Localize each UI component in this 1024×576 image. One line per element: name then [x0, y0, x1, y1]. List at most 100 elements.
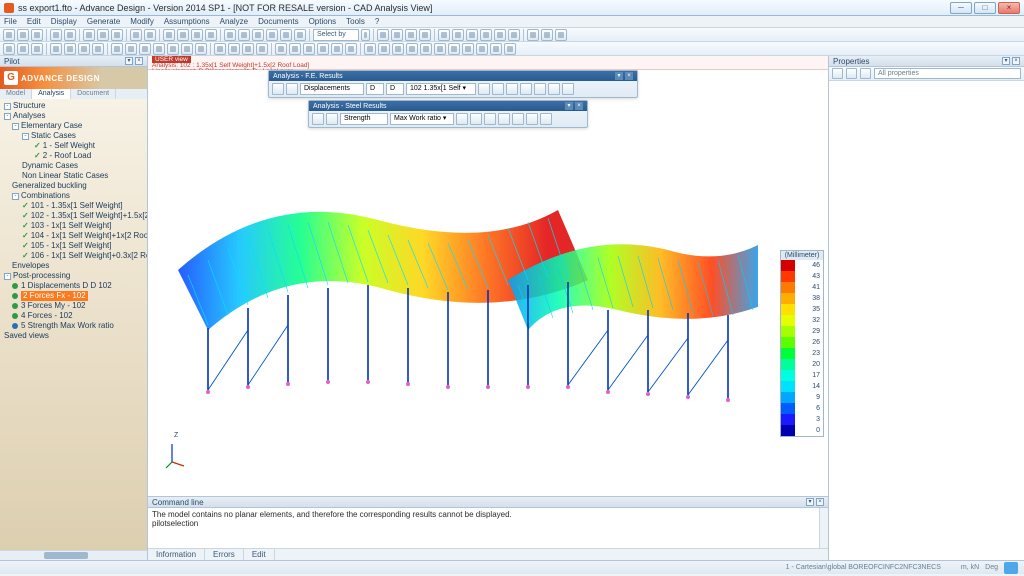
float-fe-pin[interactable]: ▾: [615, 72, 623, 80]
pilot-pin-button[interactable]: ▾: [125, 57, 133, 65]
tb2-19[interactable]: [275, 43, 287, 55]
tree-node[interactable]: ✓103 - 1x[1 Self Weight]: [0, 221, 147, 231]
tb2-16[interactable]: [228, 43, 240, 55]
tb2-29[interactable]: [420, 43, 432, 55]
tb2-11[interactable]: [153, 43, 165, 55]
tb2-31[interactable]: [448, 43, 460, 55]
tb2-23[interactable]: [331, 43, 343, 55]
fe-b3[interactable]: [506, 83, 518, 95]
tree-node[interactable]: -Static Cases: [0, 131, 147, 141]
float-steel-pin[interactable]: ▾: [565, 102, 573, 110]
tb2-30[interactable]: [434, 43, 446, 55]
tab-document[interactable]: Document: [71, 89, 116, 99]
tb2-33[interactable]: [476, 43, 488, 55]
props-tb3[interactable]: [860, 68, 871, 79]
tree-node[interactable]: 2 Forces Fx - 102: [0, 291, 147, 301]
menu-documents[interactable]: Documents: [258, 17, 298, 26]
pilot-close-button[interactable]: ×: [135, 57, 143, 65]
fe-b5[interactable]: [534, 83, 546, 95]
menu-generate[interactable]: Generate: [87, 17, 120, 26]
tb2-3[interactable]: [31, 43, 43, 55]
draw-arc-button[interactable]: [480, 29, 492, 41]
tree-node[interactable]: 4 Forces - 102: [0, 311, 147, 321]
tab-information[interactable]: Information: [148, 549, 205, 560]
fe-b6[interactable]: [548, 83, 560, 95]
zoom-fit-button[interactable]: [252, 29, 264, 41]
save-button[interactable]: [31, 29, 43, 41]
tb2-5[interactable]: [64, 43, 76, 55]
zoom-out-button[interactable]: [238, 29, 250, 41]
fe-b1[interactable]: [478, 83, 490, 95]
float-steel-toolbar[interactable]: Analysis - Steel Results▾× Strength Max …: [308, 100, 588, 128]
undo-button[interactable]: [50, 29, 62, 41]
props-pin[interactable]: ▾: [1002, 57, 1010, 65]
cmdline-pin[interactable]: ▾: [806, 498, 814, 506]
viewport-3d[interactable]: Analysis - F.E. Results▾× Displacements …: [148, 70, 828, 496]
tree-node[interactable]: Non Linear Static Cases: [0, 171, 147, 181]
fe-axis2-select[interactable]: D: [386, 83, 404, 95]
tb2-13[interactable]: [181, 43, 193, 55]
tree-node[interactable]: ✓105 - 1x[1 Self Weight]: [0, 241, 147, 251]
tree-node[interactable]: 5 Strength Max Work ratio: [0, 321, 147, 331]
rotate-button[interactable]: [294, 29, 306, 41]
fe-type-select[interactable]: Displacements: [300, 83, 364, 95]
menu-edit[interactable]: Edit: [27, 17, 41, 26]
fe-combo-select[interactable]: 102 1.35x[1 Self ▾: [406, 83, 476, 95]
props-tb1[interactable]: [832, 68, 843, 79]
tb2-2[interactable]: [17, 43, 29, 55]
steel-b7[interactable]: [540, 113, 552, 125]
float-fe-close[interactable]: ×: [625, 72, 633, 80]
tree-node[interactable]: ✓1 - Self Weight: [0, 141, 147, 151]
copy-button[interactable]: [97, 29, 109, 41]
tb2-26[interactable]: [378, 43, 390, 55]
menu-help[interactable]: ?: [375, 17, 379, 26]
tree-node[interactable]: -Post-processing: [0, 271, 147, 281]
tree-node[interactable]: ✓104 - 1x[1 Self Weight]+1x[2 Roof Loa: [0, 231, 147, 241]
open-button[interactable]: [17, 29, 29, 41]
tab-edit[interactable]: Edit: [244, 549, 275, 560]
tab-analysis[interactable]: Analysis: [32, 89, 71, 99]
tree-node[interactable]: Generalized buckling: [0, 181, 147, 191]
view-top-button[interactable]: [177, 29, 189, 41]
tree-node[interactable]: 1 Displacements D D 102: [0, 281, 147, 291]
filter3-button[interactable]: [405, 29, 417, 41]
fe-b2[interactable]: [492, 83, 504, 95]
fe-pointer-icon[interactable]: [272, 83, 284, 95]
tb2-27[interactable]: [392, 43, 404, 55]
tab-errors[interactable]: Errors: [205, 549, 244, 560]
command-line-output[interactable]: The model contains no planar elements, a…: [148, 508, 828, 548]
view-side-button[interactable]: [205, 29, 217, 41]
tree-node[interactable]: ✓102 - 1.35x[1 Self Weight]+1.5x[2 Roof: [0, 211, 147, 221]
zoom-window-button[interactable]: [266, 29, 278, 41]
tb2-7[interactable]: [92, 43, 104, 55]
tree-node[interactable]: ✓101 - 1.35x[1 Self Weight]: [0, 201, 147, 211]
draw-line-button[interactable]: [438, 29, 450, 41]
float-steel-close[interactable]: ×: [575, 102, 583, 110]
paste-button[interactable]: [111, 29, 123, 41]
fe-brush-icon[interactable]: [286, 83, 298, 95]
tree-node[interactable]: Envelopes: [0, 261, 147, 271]
pilot-scrollbar-h[interactable]: [0, 550, 147, 560]
menu-modify[interactable]: Modify: [130, 17, 154, 26]
tree-node[interactable]: -Combinations: [0, 191, 147, 201]
select-by-dropdown[interactable]: Select by: [313, 29, 359, 41]
pan-button[interactable]: [280, 29, 292, 41]
menu-options[interactable]: Options: [309, 17, 337, 26]
draw-circle-button[interactable]: [466, 29, 478, 41]
tb2-10[interactable]: [139, 43, 151, 55]
menu-display[interactable]: Display: [51, 17, 77, 26]
tb2-17[interactable]: [242, 43, 254, 55]
tb2-24[interactable]: [345, 43, 357, 55]
close-button[interactable]: ×: [998, 2, 1020, 14]
view-front-button[interactable]: [191, 29, 203, 41]
minimize-button[interactable]: ─: [950, 2, 972, 14]
snap3-button[interactable]: [555, 29, 567, 41]
find-button[interactable]: [144, 29, 156, 41]
draw-rect-button[interactable]: [452, 29, 464, 41]
filter2-button[interactable]: [391, 29, 403, 41]
tree-node[interactable]: -Structure: [0, 101, 147, 111]
steel-b4[interactable]: [498, 113, 510, 125]
steel-b2[interactable]: [470, 113, 482, 125]
tb2-9[interactable]: [125, 43, 137, 55]
cut-button[interactable]: [83, 29, 95, 41]
